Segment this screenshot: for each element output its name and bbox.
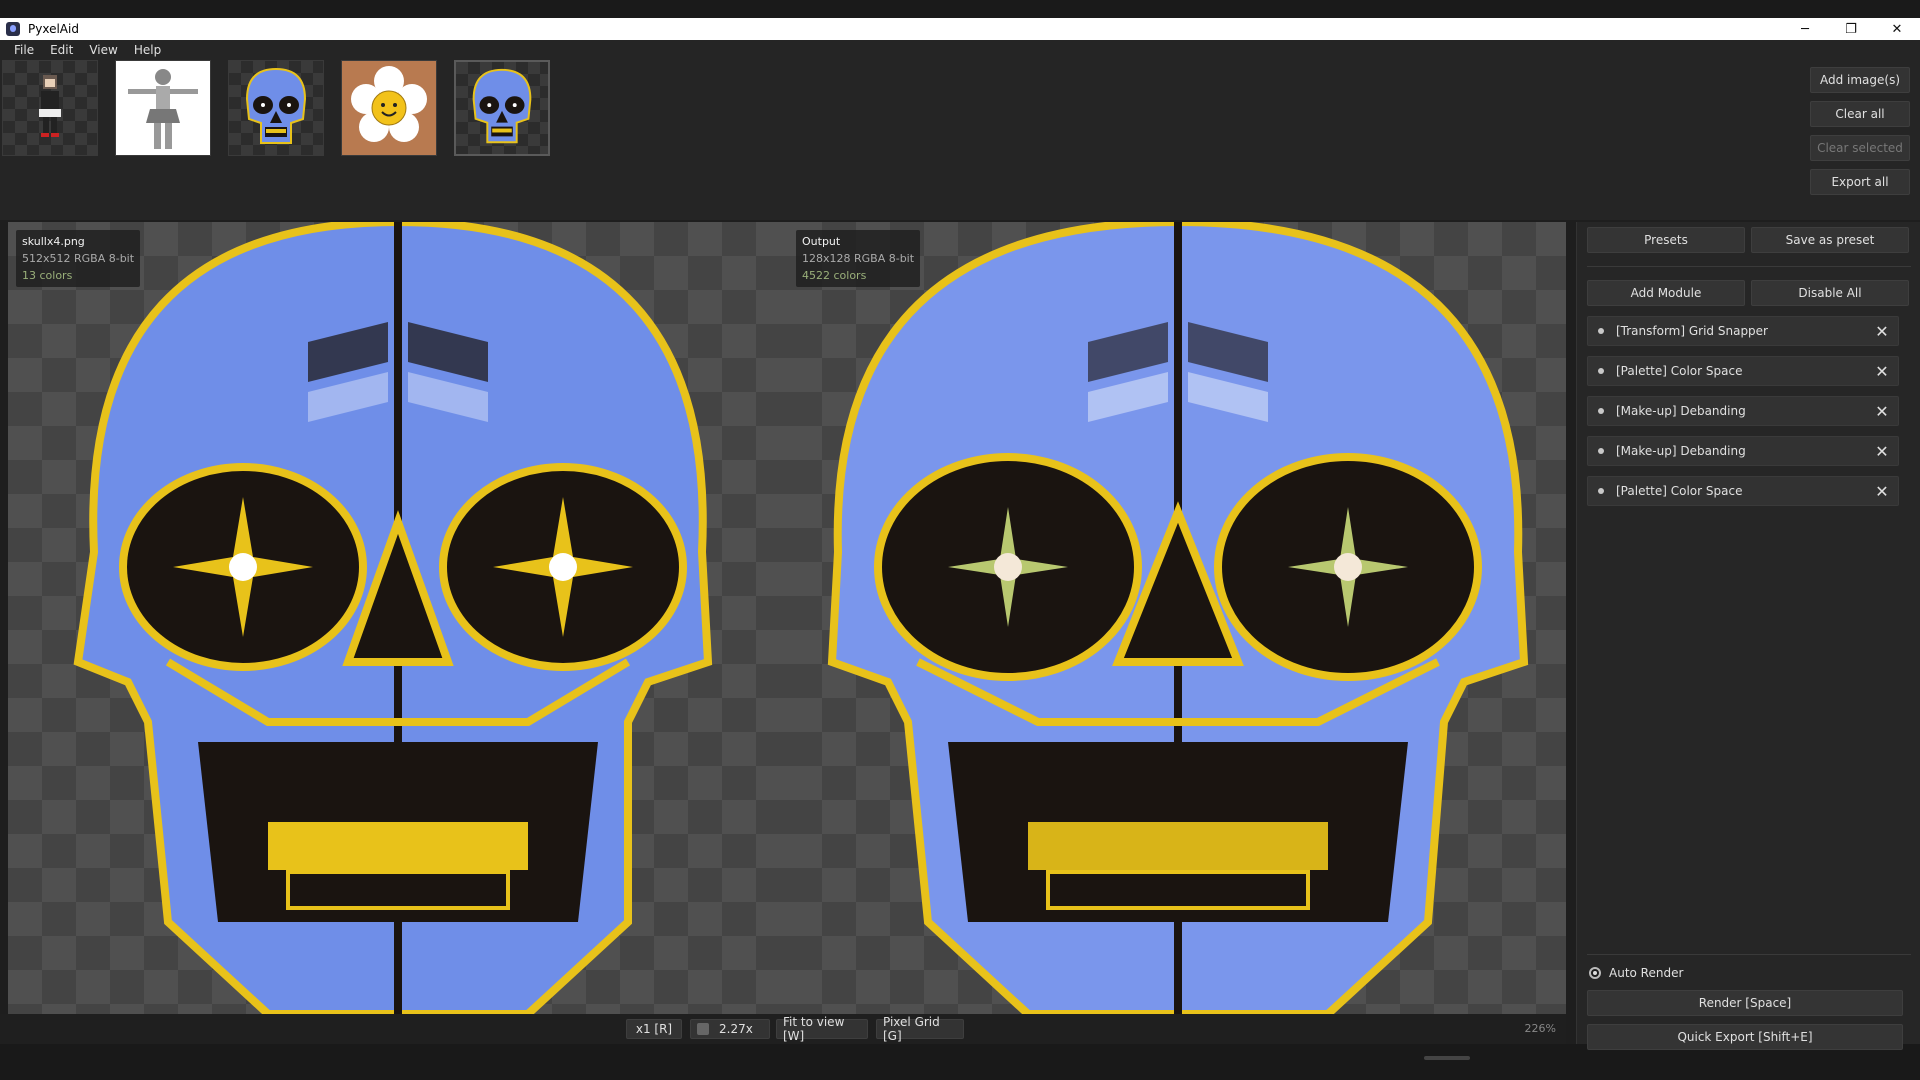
input-filename: skullx4.png — [22, 235, 85, 248]
menu-bar: File Edit View Help — [0, 40, 1920, 60]
title-bar: PyxelAid ─ ❐ ✕ — [0, 18, 1920, 40]
auto-render-radio-icon[interactable] — [1589, 967, 1601, 979]
output-meta: 128x128 RGBA 8-bit — [802, 252, 915, 265]
output-colors: 4522 colors — [802, 269, 867, 282]
module-item[interactable]: [Transform] Grid Snapper ✕ — [1587, 316, 1899, 346]
module-label: [Transform] Grid Snapper — [1616, 324, 1768, 338]
zoom-value: 2.27x — [719, 1022, 753, 1036]
auto-render-toggle[interactable]: Auto Render — [1589, 966, 1683, 980]
render-button[interactable]: Render [Space] — [1587, 990, 1903, 1016]
thumbnail-flower[interactable] — [341, 60, 437, 156]
clear-all-button[interactable]: Clear all — [1810, 101, 1910, 127]
quick-export-button[interactable]: Quick Export [Shift+E] — [1587, 1024, 1903, 1050]
module-enabled-icon[interactable] — [1598, 368, 1604, 374]
character-thumb-image — [39, 75, 61, 137]
output-info-overlay: Output 128x128 RGBA 8-bit 4522 colors — [796, 230, 921, 287]
input-info-overlay: skullx4.png 512x512 RGBA 8-bit 13 colors — [16, 230, 141, 287]
menu-view[interactable]: View — [81, 43, 125, 57]
thumbnail-character[interactable] — [2, 60, 98, 156]
module-label: [Palette] Color Space — [1616, 364, 1743, 378]
window-title: PyxelAid — [28, 22, 79, 36]
divider — [1587, 266, 1911, 267]
module-item[interactable]: [Make-up] Debanding ✕ — [1587, 396, 1899, 426]
flower-thumb-image — [351, 66, 427, 142]
save-as-preset-button[interactable]: Save as preset — [1751, 227, 1909, 253]
module-item[interactable]: [Palette] Color Space ✕ — [1587, 476, 1899, 506]
module-item[interactable]: [Make-up] Debanding ✕ — [1587, 436, 1899, 466]
output-pane[interactable]: Output 128x128 RGBA 8-bit 4522 colors — [788, 222, 1566, 1014]
clear-selected-button[interactable]: Clear selected — [1810, 135, 1910, 161]
remove-module-icon[interactable]: ✕ — [1870, 322, 1894, 341]
thumbnail-bar: Add image(s) Clear all Clear selected Ex… — [0, 60, 1920, 220]
remove-module-icon[interactable]: ✕ — [1870, 362, 1894, 381]
menu-file[interactable]: File — [6, 43, 42, 57]
restore-icon[interactable]: ❐ — [1828, 18, 1874, 40]
input-pane[interactable]: skullx4.png 512x512 RGBA 8-bit 13 colors — [8, 222, 788, 1014]
module-enabled-icon[interactable] — [1598, 408, 1604, 414]
pixel-grid-button[interactable]: Pixel Grid [G] — [876, 1015, 964, 1043]
divider — [1587, 954, 1911, 955]
presets-button[interactable]: Presets — [1587, 227, 1745, 253]
module-enabled-icon[interactable] — [1598, 488, 1604, 494]
module-item[interactable]: [Palette] Color Space ✕ — [1587, 356, 1899, 386]
zoom-percent: 226% — [1524, 1022, 1556, 1035]
remove-module-icon[interactable]: ✕ — [1870, 442, 1894, 461]
image-viewer[interactable]: skullx4.png 512x512 RGBA 8-bit 13 colors — [8, 222, 1566, 1014]
output-skull-image — [827, 222, 1529, 1014]
top-strip — [0, 0, 1920, 18]
remove-module-icon[interactable]: ✕ — [1870, 482, 1894, 501]
x1-button[interactable]: x1 [R] — [626, 1019, 682, 1039]
zoom-swatch-icon — [697, 1023, 709, 1035]
add-images-button[interactable]: Add image(s) — [1810, 67, 1910, 93]
module-enabled-icon[interactable] — [1598, 328, 1604, 334]
girl-thumb-image — [128, 69, 198, 149]
auto-render-label: Auto Render — [1609, 966, 1684, 980]
disable-all-button[interactable]: Disable All — [1751, 280, 1909, 306]
remove-module-icon[interactable]: ✕ — [1870, 402, 1894, 421]
export-all-button[interactable]: Export all — [1810, 169, 1910, 195]
close-icon[interactable]: ✕ — [1874, 18, 1920, 40]
module-enabled-icon[interactable] — [1598, 448, 1604, 454]
thumbnail-skull[interactable] — [228, 60, 324, 156]
horizontal-scrollbar[interactable] — [1424, 1056, 1470, 1060]
menu-edit[interactable]: Edit — [42, 43, 81, 57]
skull-thumb-image — [245, 67, 307, 144]
input-meta: 512x512 RGBA 8-bit — [22, 252, 135, 265]
zoom-input[interactable]: 2.27x — [690, 1019, 770, 1039]
minimize-icon[interactable]: ─ — [1782, 18, 1828, 40]
module-label: [Palette] Color Space — [1616, 484, 1743, 498]
input-skull-image — [73, 222, 713, 1014]
thumbnail-skull-selected[interactable] — [454, 60, 550, 156]
module-label: [Make-up] Debanding — [1616, 444, 1746, 458]
fit-to-view-button[interactable]: Fit to view [W] — [776, 1015, 868, 1043]
skull-selected-thumb-image — [472, 68, 532, 144]
add-module-button[interactable]: Add Module — [1587, 280, 1745, 306]
module-label: [Make-up] Debanding — [1616, 404, 1746, 418]
viewer-bottom-bar: x1 [R] 2.27x Fit to view [W] Pixel Grid … — [0, 1014, 1566, 1044]
menu-help[interactable]: Help — [126, 43, 169, 57]
input-colors: 13 colors — [22, 269, 73, 282]
app-logo-icon — [6, 22, 20, 36]
output-label: Output — [802, 235, 841, 248]
module-panel: Presets Save as preset Add Module Disabl… — [1576, 222, 1920, 1050]
thumbnail-girl[interactable] — [115, 60, 211, 156]
